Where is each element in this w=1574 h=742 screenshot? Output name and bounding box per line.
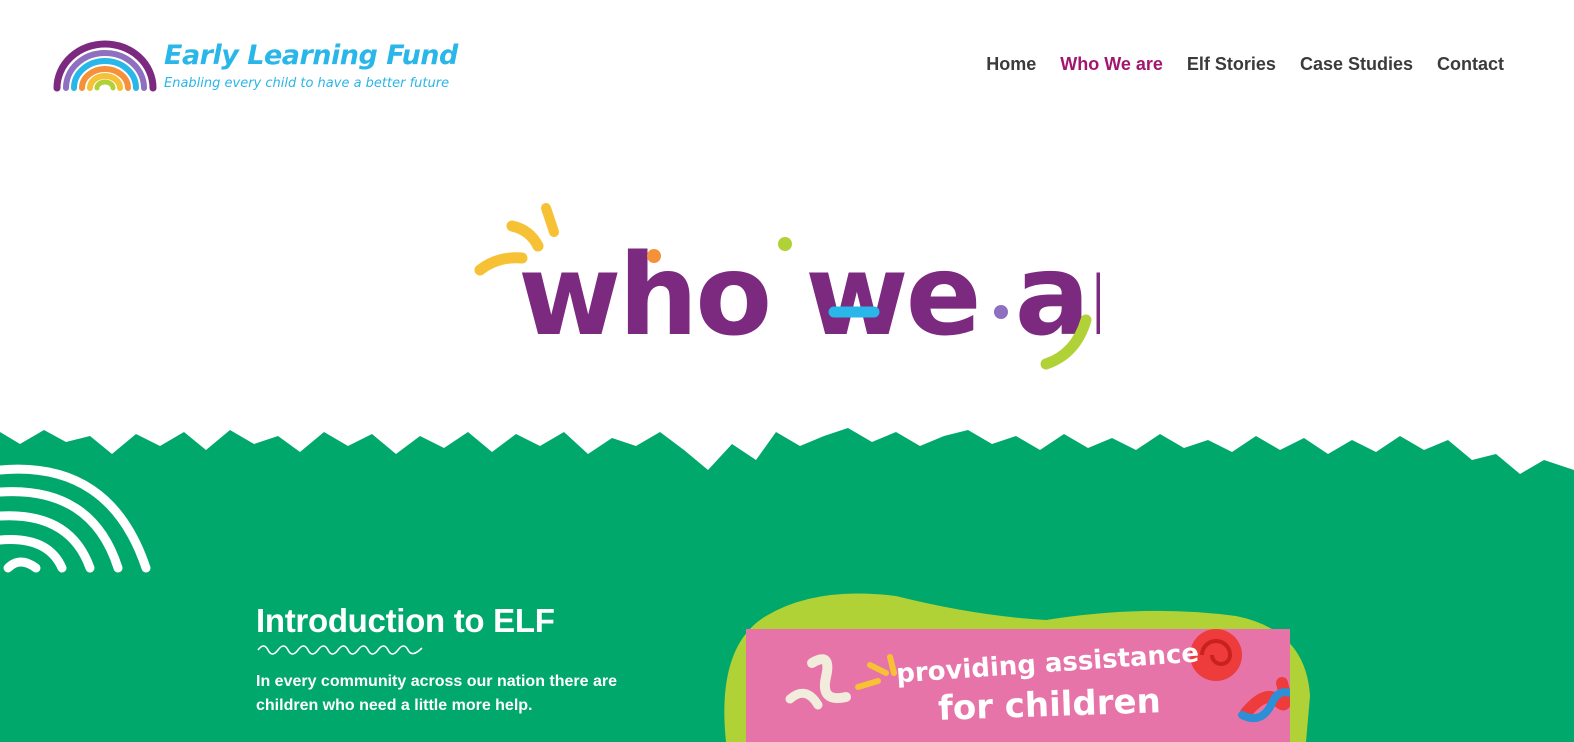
site-logo[interactable]: Early Learning Fund Enabling every child… [52, 38, 458, 94]
intro-section: Introduction to ELF In every community a… [0, 420, 1574, 742]
hero-title-graphic: who we are [470, 196, 1215, 380]
yellow-ray-icon [867, 662, 889, 676]
brand-tagline: Enabling every child to have a better fu… [164, 76, 450, 91]
orange-dot-icon [647, 249, 661, 263]
squiggle-underline-icon [257, 645, 423, 655]
nav-elf-stories[interactable]: Elf Stories [1187, 54, 1276, 75]
site-header: Early Learning Fund Enabling every child… [0, 0, 1574, 130]
nav-case-studies[interactable]: Case Studies [1300, 54, 1413, 75]
yellow-ray-icon [887, 654, 897, 676]
green-dot-icon [778, 237, 792, 251]
nav-home[interactable]: Home [986, 54, 1036, 75]
hero-title: who we are [518, 231, 1100, 361]
intro-text: In every community across our nation the… [256, 673, 618, 714]
yellow-ray-icon [474, 252, 528, 276]
clay-worm-icon [785, 688, 823, 710]
feature-image: providing assistance for children [716, 586, 1316, 742]
poster-text-line2: for children [937, 681, 1162, 729]
clay-worm-icon [807, 654, 851, 703]
rainbow-logo-icon [53, 40, 157, 92]
nav-contact[interactable]: Contact [1437, 54, 1504, 75]
nav-who-we-are[interactable]: Who We are [1060, 54, 1163, 75]
main-nav: Home Who We are Elf Stories Case Studies… [986, 54, 1504, 75]
yellow-ray-icon [855, 678, 881, 690]
brand-name: Early Learning Fund [164, 40, 458, 71]
lavender-dot-icon [994, 305, 1008, 319]
yellow-ray-icon [541, 203, 559, 237]
intro-block: Introduction to ELF In every community a… [256, 602, 686, 718]
intro-heading: Introduction to ELF [256, 602, 555, 639]
children-poster-image: providing assistance for children [746, 629, 1290, 742]
